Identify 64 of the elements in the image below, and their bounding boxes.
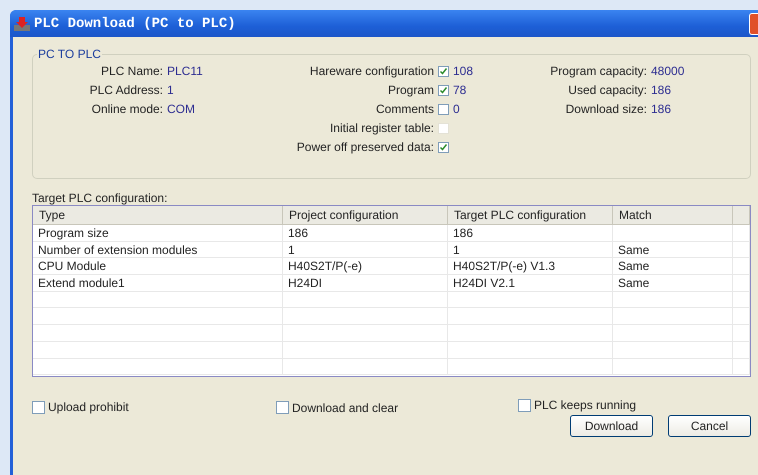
table-cell: H24DI V2.1 [448, 275, 613, 292]
field-label: Comments [374, 102, 435, 116]
checkbox-label: Upload prohibit [48, 400, 129, 414]
checkbox[interactable] [276, 401, 289, 414]
dialog-button[interactable]: Cancel [668, 415, 751, 437]
table-caption: Target PLC configuration: [32, 191, 168, 205]
checkbox[interactable] [438, 66, 449, 76]
table-cell [733, 325, 750, 342]
table-cell: CPU Module [33, 258, 283, 276]
column-header[interactable]: Type [33, 206, 283, 224]
field-label: Program [386, 83, 435, 97]
table-cell: Program size [33, 225, 283, 242]
field-value: 78 [453, 83, 466, 97]
field-label: PLC Address: [88, 83, 164, 97]
table-cell: Same [613, 258, 733, 276]
column-header[interactable]: Target PLC configuration [448, 206, 613, 224]
field-label: Power off preserved data: [296, 140, 435, 154]
table-cell [733, 242, 750, 258]
field-value: 1 [167, 83, 175, 97]
table-cell [733, 292, 750, 308]
field-label: Download size: [564, 102, 648, 116]
window-title: PLC Download (PC to PLC) [34, 16, 236, 32]
table-cell: H40S2T/P(-e) [283, 258, 448, 276]
table-cell: Number of extension modules [33, 242, 283, 258]
field-value: 48000 [651, 64, 686, 78]
table-cell: 186 [448, 225, 613, 242]
field-label: Online mode: [90, 102, 164, 116]
field-value: PLC11 [167, 64, 204, 78]
field-label: Program capacity: [549, 64, 648, 78]
table-cell [733, 342, 750, 358]
table-cell: Same [613, 275, 733, 292]
checkbox[interactable] [438, 142, 449, 152]
field-label: PLC Name: [100, 64, 164, 78]
checkbox[interactable] [438, 84, 449, 96]
dialog-button[interactable]: Download [570, 415, 653, 437]
column-header[interactable]: Match [613, 206, 733, 224]
checkbox[interactable] [518, 398, 531, 412]
column-header[interactable]: Project configuration [283, 206, 448, 224]
field-value: 186 [651, 102, 672, 116]
table-cell: Extend module1 [33, 275, 283, 292]
field-label: Used capacity: [567, 83, 648, 97]
table-cell: Same [613, 242, 733, 258]
close-button[interactable] [749, 12, 758, 34]
checkbox[interactable] [438, 104, 449, 114]
download-icon [13, 16, 31, 32]
table-cell: H40S2T/P(-e) V1.3 [448, 258, 613, 276]
table-cell [733, 275, 750, 292]
table-cell [733, 308, 750, 326]
field-value: COM [167, 102, 196, 116]
field-label: Hareware configuration [308, 64, 435, 78]
table-cell [733, 358, 750, 376]
table-cell: 1 [283, 242, 448, 258]
table-cell: 1 [448, 242, 613, 258]
table-cell: H24DI [283, 275, 448, 292]
table-cell: 186 [283, 225, 448, 242]
checkbox-label: Download and clear [292, 400, 398, 414]
table-cell [733, 258, 750, 276]
checkbox-label: PLC keeps running [534, 398, 636, 412]
checkbox[interactable] [32, 400, 45, 414]
field-value: 108 [453, 64, 474, 78]
field-value: 186 [651, 83, 672, 97]
field-value: 0 [453, 102, 460, 116]
field-label: Initial register table: [328, 121, 435, 135]
group-title: PC TO PLC [37, 47, 102, 61]
